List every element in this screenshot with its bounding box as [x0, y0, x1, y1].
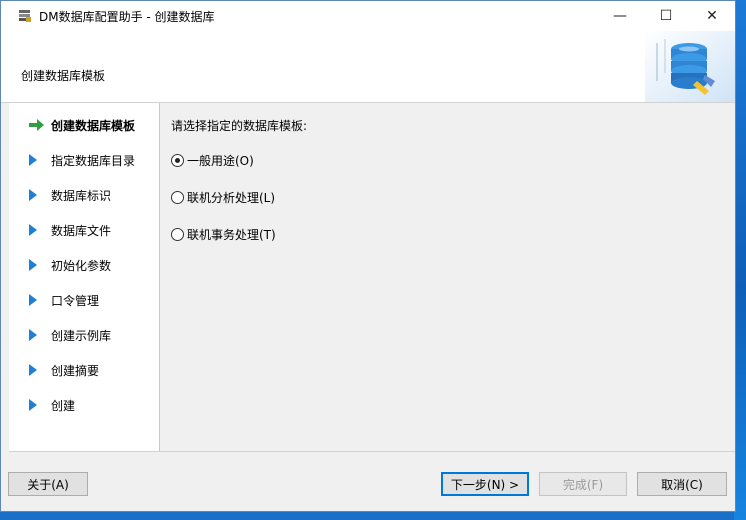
nav-step-label: 初始化参数	[51, 258, 112, 273]
radio-label: 一般用途(O)	[187, 153, 254, 168]
template-selection-panel: 请选择指定的数据库模板: 一般用途(O) 联机分析处理(L) 联机事务处理(T)	[161, 103, 735, 451]
radio-button[interactable]	[171, 190, 184, 204]
nav-step-init-params[interactable]: 初始化参数	[9, 255, 159, 275]
nav-step-label: 口令管理	[51, 293, 100, 308]
blue-triangle-icon	[29, 189, 47, 201]
nav-step-label: 创建	[51, 398, 76, 413]
title-bar: DM数据库配置助手 - 创建数据库 — ☐ ✕	[1, 1, 735, 31]
nav-step-template[interactable]: 创建数据库模板	[9, 115, 159, 135]
nav-step-label: 数据库标识	[51, 188, 112, 203]
maximize-icon: ☐	[659, 8, 673, 24]
nav-step-label: 指定数据库目录	[51, 153, 136, 168]
close-icon: ✕	[706, 8, 718, 24]
radio-olap[interactable]: 联机分析处理(L)	[171, 189, 275, 205]
blue-triangle-icon	[29, 364, 47, 376]
nav-step-label: 创建摘要	[51, 363, 100, 378]
nav-step-label: 数据库文件	[51, 223, 112, 238]
page-title: 创建数据库模板	[21, 69, 106, 83]
blue-triangle-icon	[29, 259, 47, 271]
maximize-button[interactable]: ☐	[643, 1, 689, 31]
nav-step-identity[interactable]: 数据库标识	[9, 185, 159, 205]
radio-button[interactable]	[171, 227, 184, 241]
green-arrow-icon	[29, 119, 47, 131]
wizard-steps-panel: 创建数据库模板 指定数据库目录 数据库标识 数据库文件 初始化参数 口令管理 创…	[9, 103, 160, 451]
radio-label: 联机事务处理(T)	[187, 227, 276, 242]
window-controls: — ☐ ✕	[597, 1, 735, 31]
nav-step-label: 创建数据库模板	[51, 118, 136, 133]
blue-triangle-icon	[29, 399, 47, 411]
minimize-button[interactable]: —	[597, 1, 643, 31]
blue-triangle-icon	[29, 294, 47, 306]
app-icon	[19, 10, 31, 22]
nav-step-directory[interactable]: 指定数据库目录	[9, 150, 159, 170]
nav-step-label: 创建示例库	[51, 328, 112, 343]
blue-triangle-icon	[29, 329, 47, 341]
nav-step-create[interactable]: 创建	[9, 395, 159, 415]
nav-step-files[interactable]: 数据库文件	[9, 220, 159, 240]
finish-button[interactable]: 完成(F)	[539, 472, 627, 496]
footer-divider	[9, 451, 735, 452]
radio-general-purpose[interactable]: 一般用途(O)	[171, 152, 254, 168]
radio-oltp[interactable]: 联机事务处理(T)	[171, 226, 276, 242]
dialog-window: DM数据库配置助手 - 创建数据库 — ☐ ✕ 创建数据库模板 创建数据库模板 …	[0, 0, 736, 512]
template-prompt: 请选择指定的数据库模板:	[171, 119, 308, 133]
blue-triangle-icon	[29, 224, 47, 236]
window-title: DM数据库配置助手 - 创建数据库	[39, 9, 215, 24]
next-button[interactable]: 下一步(N) >	[441, 472, 529, 496]
nav-step-password[interactable]: 口令管理	[9, 290, 159, 310]
blue-triangle-icon	[29, 154, 47, 166]
database-wrench-icon	[645, 31, 735, 102]
minimize-icon: —	[613, 8, 627, 24]
radio-button-checked[interactable]	[171, 153, 184, 167]
close-button[interactable]: ✕	[689, 1, 735, 31]
wizard-header: 创建数据库模板	[1, 31, 735, 103]
cancel-button[interactable]: 取消(C)	[637, 472, 727, 496]
nav-step-summary[interactable]: 创建摘要	[9, 360, 159, 380]
nav-step-sample-db[interactable]: 创建示例库	[9, 325, 159, 345]
radio-label: 联机分析处理(L)	[187, 190, 276, 205]
about-button[interactable]: 关于(A)	[8, 472, 88, 496]
